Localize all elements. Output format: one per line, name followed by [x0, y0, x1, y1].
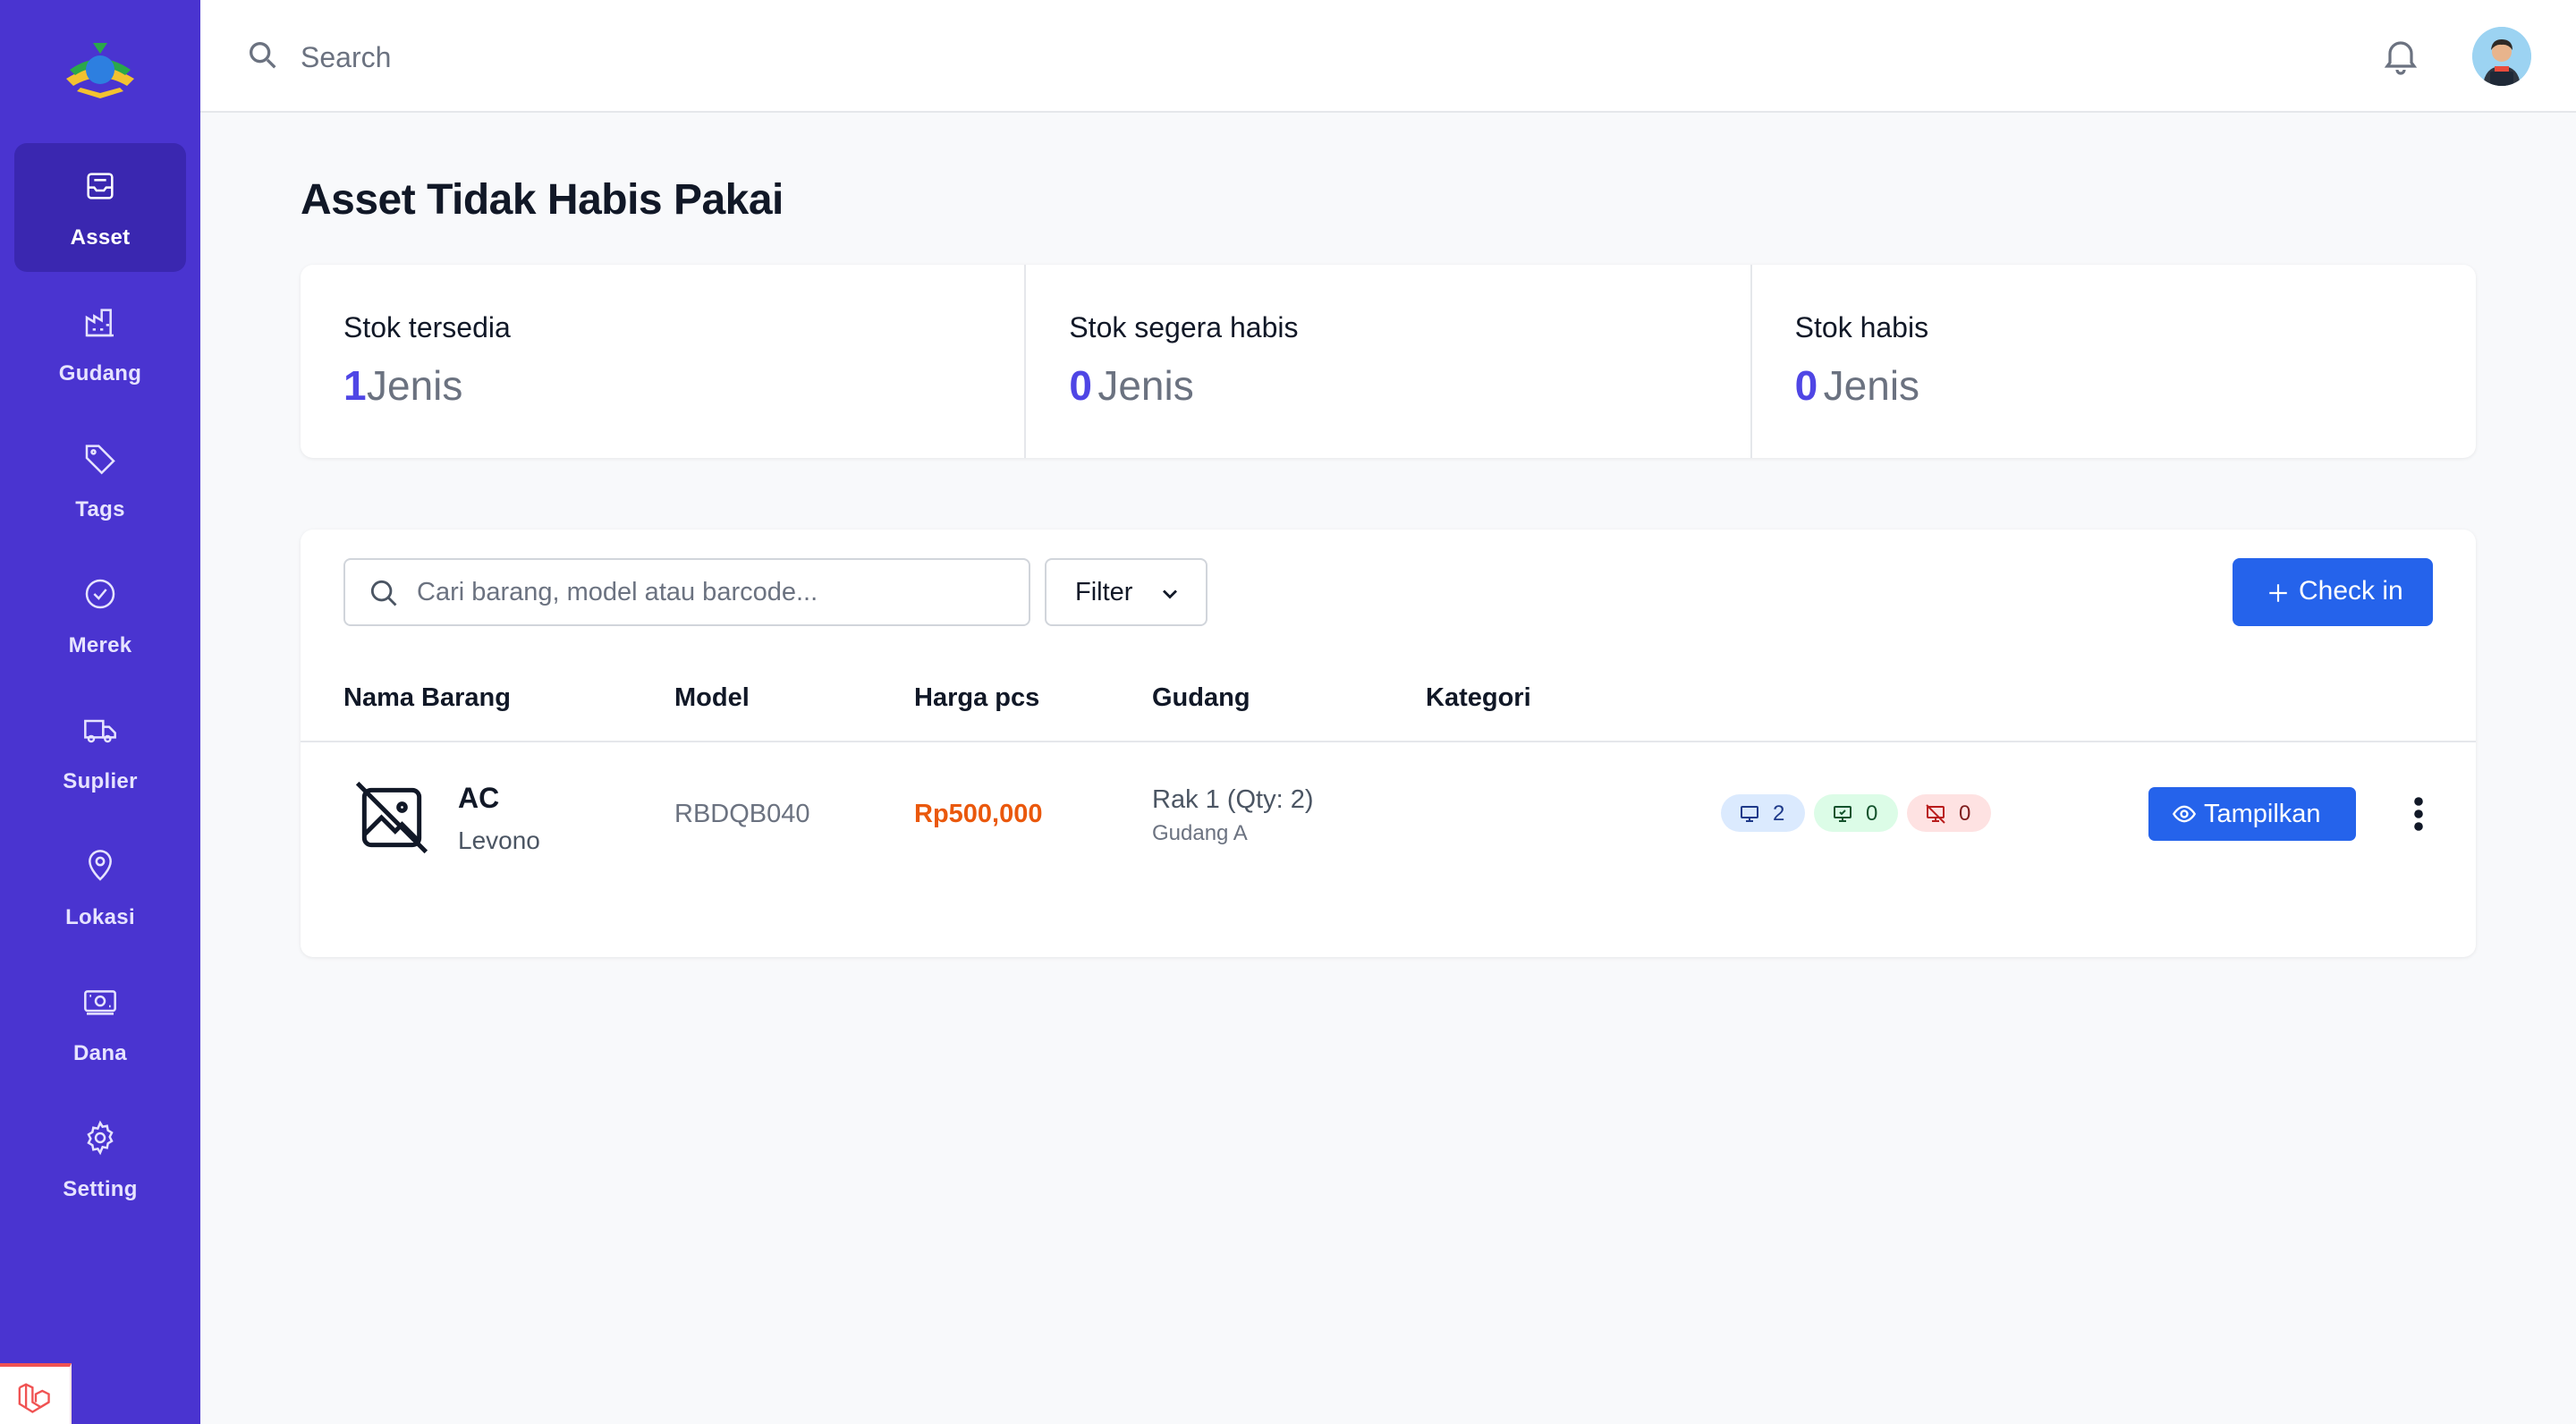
sidebar-item-suplier[interactable]: Suplier [14, 687, 186, 816]
sidebar-item-label: Lokasi [65, 905, 135, 929]
view-label: Tampilkan [2204, 800, 2321, 828]
sidebar-item-lokasi[interactable]: Lokasi [14, 823, 186, 952]
item-name: AC [458, 782, 500, 814]
tag-icon [85, 445, 115, 475]
column-header-model: Model [674, 683, 750, 712]
stat-unit: Jenis [1097, 362, 1194, 409]
sidebar-item-gudang[interactable]: Gudang [14, 279, 186, 408]
asset-search-input[interactable] [417, 569, 1016, 615]
badge-check-icon [85, 579, 115, 609]
monitor-icon [1741, 806, 1758, 822]
more-options-icon[interactable] [2408, 793, 2429, 835]
asset-search-box [343, 558, 1030, 626]
available-count-badge: 0 [1814, 794, 1898, 832]
filter-label: Filter [1075, 578, 1133, 606]
user-avatar-image [2472, 27, 2531, 86]
sidebar-item-label: Asset [70, 225, 131, 250]
image-placeholder-icon [355, 781, 428, 854]
check-in-button[interactable]: Check in [2233, 558, 2433, 626]
asset-table-card: Filter Check in Nama Barang Model Harga … [301, 530, 2476, 957]
filter-button[interactable]: Filter [1045, 558, 1208, 626]
page-title: Asset Tidak Habis Pakai [301, 176, 784, 224]
item-rack: Rak 1 (Qty: 2) [1152, 785, 1314, 814]
eye-icon [2172, 805, 2197, 823]
item-model: RBDQB040 [674, 800, 810, 828]
monitor-off-icon [1926, 804, 1945, 824]
stat-value: 1 [343, 362, 367, 409]
total-count-badge: 2 [1721, 794, 1805, 832]
stat-unit: Jenis [367, 362, 463, 409]
item-brand: Levono [458, 826, 540, 854]
sidebar-item-label: Merek [68, 633, 132, 657]
item-price: Rp500,000 [914, 800, 1043, 828]
badge-count: 0 [1866, 801, 1878, 826]
check-in-label: Check in [2299, 576, 2403, 606]
stat-label: Stok segera habis [1069, 311, 1299, 343]
stat-value: 0 [1794, 362, 1818, 409]
stat-available: Stok tersedia 1 Jenis [301, 265, 1027, 458]
sidebar-item-setting[interactable]: Setting [14, 1095, 186, 1224]
item-warehouse: Gudang A [1152, 821, 1248, 845]
column-header-price: Harga pcs [914, 683, 1040, 712]
search-icon [250, 42, 276, 69]
search-icon [370, 580, 397, 606]
column-header-warehouse: Gudang [1152, 683, 1250, 712]
map-pin-icon [89, 850, 112, 881]
app-logo[interactable] [61, 39, 140, 102]
gear-icon [87, 1120, 114, 1156]
stat-empty: Stok habis 0 Jenis [1752, 265, 2476, 458]
badge-count: 0 [1959, 801, 1971, 826]
stat-low: Stok segera habis 0 Jenis [1026, 265, 1752, 458]
column-header-name: Nama Barang [343, 683, 511, 712]
sidebar-item-asset[interactable]: Asset [14, 143, 186, 272]
bell-icon[interactable] [2379, 34, 2422, 77]
unavailable-count-badge: 0 [1907, 794, 1991, 832]
warehouse-icon [85, 309, 114, 337]
stats-panel: Stok tersedia 1 Jenis Stok segera habis … [301, 265, 2476, 458]
user-avatar[interactable] [2472, 27, 2531, 86]
stat-value: 0 [1069, 362, 1092, 409]
banknote-icon [84, 990, 116, 1015]
stat-unit: Jenis [1823, 362, 1920, 409]
sidebar-item-label: Gudang [58, 361, 142, 386]
sidebar-item-tags[interactable]: Tags [14, 415, 186, 544]
stat-label: Stok habis [1794, 311, 1929, 343]
topbar [200, 0, 2576, 113]
column-header-category: Kategori [1426, 683, 1531, 712]
badge-count: 2 [1773, 801, 1785, 826]
sidebar-item-label: Setting [63, 1177, 138, 1201]
global-search-input[interactable] [301, 32, 1106, 82]
sidebar-item-label: Dana [73, 1041, 127, 1065]
view-button[interactable]: Tampilkan [2148, 787, 2356, 841]
monitor-check-icon [1834, 806, 1852, 822]
sidebar-item-label: Suplier [63, 769, 138, 793]
sidebar-item-dana[interactable]: Dana [14, 959, 186, 1088]
truck-icon [84, 719, 116, 743]
chevron-down-icon [1163, 589, 1177, 599]
sidebar-item-merek[interactable]: Merek [14, 551, 186, 680]
sidebar-item-label: Tags [75, 497, 125, 521]
sidebar: Asset Gudang Tags Merek Suplier Lokasi D… [0, 0, 200, 1424]
stat-label: Stok tersedia [343, 311, 511, 343]
debugbar-toggle[interactable] [0, 1363, 72, 1424]
inbox-icon [87, 173, 114, 199]
table-row: AC Levono RBDQB040 Rp500,000 Rak 1 (Qty:… [301, 742, 2476, 903]
plus-icon [2269, 584, 2287, 602]
laravel-icon [18, 1383, 50, 1413]
